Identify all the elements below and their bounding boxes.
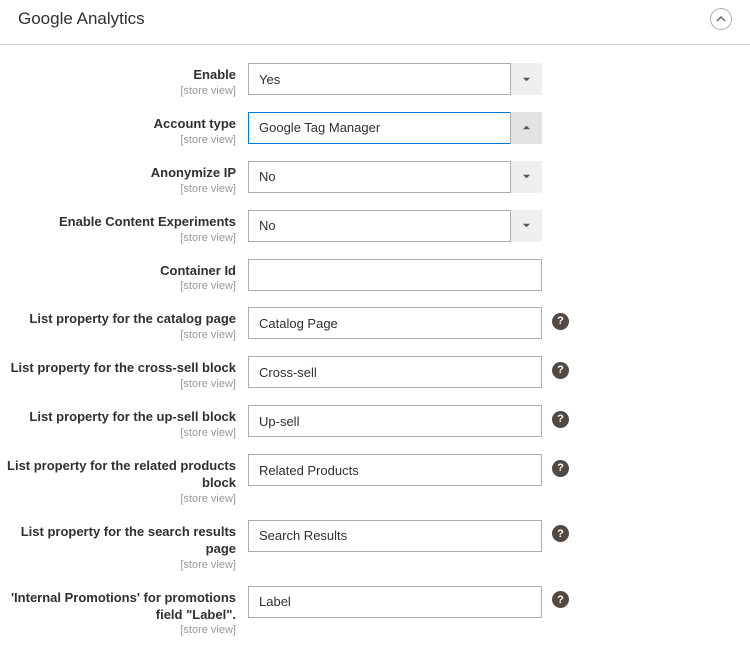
scope-label: [store view]	[0, 134, 236, 146]
input-list-upsell[interactable]	[248, 405, 542, 437]
row-list-upsell: List property for the up-sell block [sto…	[0, 405, 732, 439]
row-list-catalog: List property for the catalog page [stor…	[0, 307, 732, 341]
scope-label: [store view]	[0, 559, 236, 571]
row-container-id: Container Id [store view]	[0, 259, 732, 293]
label-enable: Enable	[193, 67, 236, 82]
row-list-related: List property for the related products b…	[0, 454, 732, 505]
select-enable-experiments-value[interactable]	[248, 210, 542, 242]
scope-label: [store view]	[0, 624, 236, 636]
row-promo-label: 'Internal Promotions' for promotions fie…	[0, 586, 732, 637]
help-icon[interactable]: ?	[552, 362, 569, 379]
scope-label: [store view]	[0, 232, 236, 244]
select-enable-value[interactable]	[248, 63, 542, 95]
scope-label: [store view]	[0, 280, 236, 292]
help-icon[interactable]: ?	[552, 313, 569, 330]
input-promo-label[interactable]	[248, 586, 542, 618]
row-account-type: Account type [store view]	[0, 112, 732, 146]
scope-label: [store view]	[0, 378, 236, 390]
select-anonymize-ip[interactable]	[248, 161, 542, 193]
label-list-crosssell: List property for the cross-sell block	[11, 360, 236, 375]
row-list-search: List property for the search results pag…	[0, 520, 732, 571]
scope-label: [store view]	[0, 85, 236, 97]
row-enable-experiments: Enable Content Experiments [store view]	[0, 210, 732, 244]
input-list-related[interactable]	[248, 454, 542, 486]
form-body: Enable [store view] Account type [store …	[0, 45, 750, 661]
input-list-crosssell[interactable]	[248, 356, 542, 388]
section-title: Google Analytics	[18, 9, 145, 29]
help-icon[interactable]: ?	[552, 411, 569, 428]
label-list-related: List property for the related products b…	[7, 458, 236, 490]
row-enable: Enable [store view]	[0, 63, 732, 97]
label-list-upsell: List property for the up-sell block	[29, 409, 236, 424]
input-list-search[interactable]	[248, 520, 542, 552]
input-container-id[interactable]	[248, 259, 542, 291]
label-promo-label: 'Internal Promotions' for promotions fie…	[11, 590, 236, 622]
label-list-search: List property for the search results pag…	[21, 524, 236, 556]
collapse-toggle[interactable]	[710, 8, 732, 30]
row-list-crosssell: List property for the cross-sell block […	[0, 356, 732, 390]
select-account-type[interactable]	[248, 112, 542, 144]
scope-label: [store view]	[0, 493, 236, 505]
label-list-catalog: List property for the catalog page	[29, 311, 236, 326]
scope-label: [store view]	[0, 329, 236, 341]
scope-label: [store view]	[0, 427, 236, 439]
help-icon[interactable]: ?	[552, 460, 569, 477]
help-icon[interactable]: ?	[552, 591, 569, 608]
chevron-up-icon	[716, 12, 726, 27]
label-container-id: Container Id	[160, 263, 236, 278]
section-header: Google Analytics	[0, 0, 750, 45]
select-anonymize-ip-value[interactable]	[248, 161, 542, 193]
scope-label: [store view]	[0, 183, 236, 195]
select-enable-experiments[interactable]	[248, 210, 542, 242]
help-icon[interactable]: ?	[552, 525, 569, 542]
select-enable[interactable]	[248, 63, 542, 95]
label-enable-experiments: Enable Content Experiments	[59, 214, 236, 229]
input-list-catalog[interactable]	[248, 307, 542, 339]
select-account-type-value[interactable]	[248, 112, 542, 144]
label-anonymize-ip: Anonymize IP	[151, 165, 236, 180]
row-anonymize-ip: Anonymize IP [store view]	[0, 161, 732, 195]
label-account-type: Account type	[154, 116, 236, 131]
